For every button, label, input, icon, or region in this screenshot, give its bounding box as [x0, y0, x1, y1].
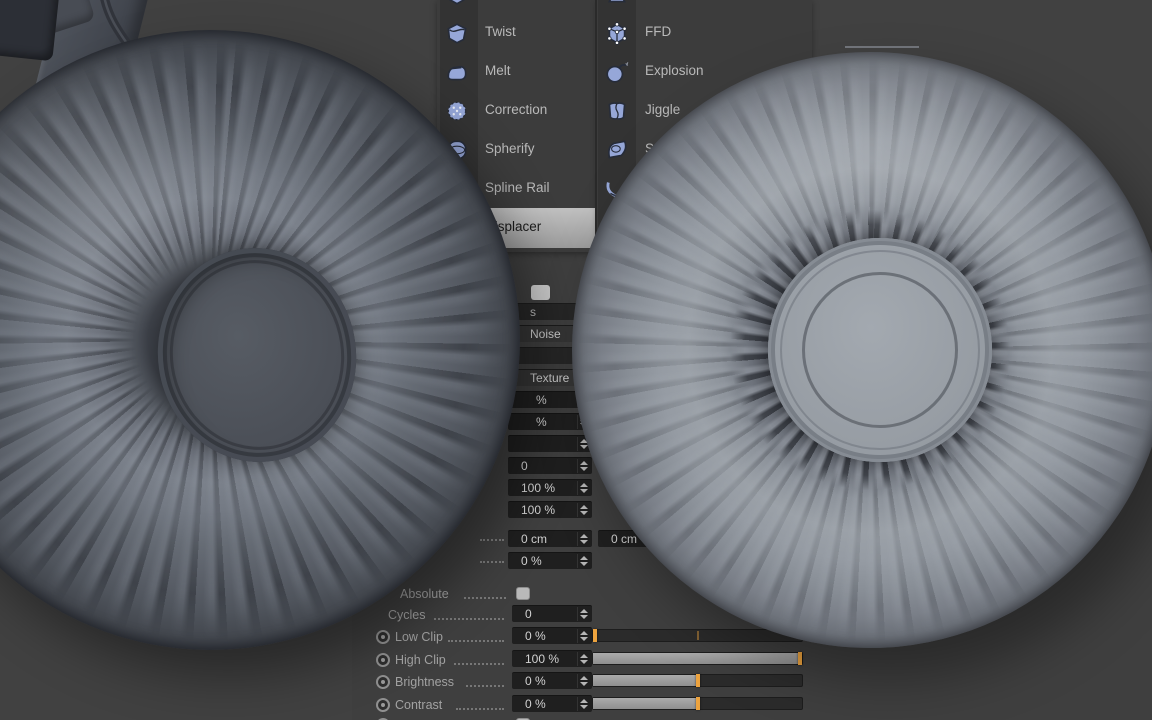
shader-preview-swatch[interactable] — [531, 285, 550, 300]
label-cycles: Cycles — [388, 608, 426, 622]
label-brightness: Brightness — [395, 675, 455, 689]
keyframe-dot-high-clip[interactable] — [376, 653, 390, 667]
stepper[interactable] — [577, 652, 590, 666]
stepper[interactable] — [577, 607, 590, 621]
twist-icon — [444, 20, 470, 46]
menu-item-ffd[interactable]: FFD — [597, 13, 812, 52]
stepper[interactable] — [577, 554, 590, 568]
keyframe-dot-contrast[interactable] — [376, 698, 390, 712]
cycles-field[interactable]: 0 — [512, 605, 592, 622]
attr-field-10[interactable]: 0 cm — [508, 530, 592, 547]
low-clip-field[interactable]: 0 % — [512, 627, 592, 644]
label-absolute: Absolute — [400, 587, 449, 601]
stepper[interactable] — [577, 697, 590, 711]
attr-field-8[interactable]: 100 % — [508, 479, 592, 496]
high-clip-field[interactable]: 100 % — [512, 650, 592, 667]
explosion-icon — [604, 59, 630, 85]
attr-field-7[interactable]: 0 — [508, 457, 592, 474]
menu-item-clipped-top[interactable] — [437, 0, 597, 13]
label-contrast: Contrast — [395, 698, 443, 712]
keyframe-dot-low-clip[interactable] — [376, 630, 390, 644]
ear-cushion-right-render — [572, 52, 1152, 648]
stepper[interactable] — [577, 532, 590, 546]
keyframe-dot-brightness[interactable] — [376, 675, 390, 689]
stepper[interactable] — [577, 674, 590, 688]
high-clip-slider[interactable] — [592, 652, 803, 665]
cube-icon — [444, 0, 470, 7]
menu-item-melt[interactable]: Melt — [437, 52, 597, 91]
menu-item-correction[interactable]: Correction — [437, 91, 597, 130]
stepper[interactable] — [577, 629, 590, 643]
menu-item-bulge[interactable]: Bulge — [597, 0, 812, 13]
contrast-field[interactable]: 0 % — [512, 695, 592, 712]
label-low-clip: Low Clip — [395, 630, 443, 644]
brightness-slider[interactable] — [592, 674, 803, 687]
correction-icon — [444, 98, 470, 124]
jiggle-icon — [604, 98, 630, 124]
label-high-clip: High Clip — [395, 653, 446, 667]
surface-icon — [604, 137, 630, 163]
attr-field-6[interactable] — [508, 435, 592, 452]
menu-item-twist[interactable]: Twist — [437, 13, 597, 52]
ffd-icon — [604, 20, 630, 46]
contrast-slider[interactable] — [592, 697, 803, 710]
stepper[interactable] — [577, 503, 590, 517]
stepper[interactable] — [577, 481, 590, 495]
headphone-slider-block — [0, 0, 60, 62]
menu-column-divider — [595, 0, 597, 252]
melt-icon — [444, 59, 470, 85]
absolute-checkbox[interactable] — [516, 587, 530, 600]
stepper[interactable] — [577, 459, 590, 473]
brightness-field[interactable]: 0 % — [512, 672, 592, 689]
background-ledge-line — [845, 46, 919, 48]
bulge-icon — [604, 0, 630, 7]
c4d-viewport-screenshot[interactable]: s Noise Texture % % 0 100 % 100 % 0 cm 0… — [0, 0, 1152, 720]
driver-disc-right — [768, 238, 992, 462]
attr-field-9[interactable]: 100 % — [508, 501, 592, 518]
attr-field-11[interactable]: 0 % — [508, 552, 592, 569]
